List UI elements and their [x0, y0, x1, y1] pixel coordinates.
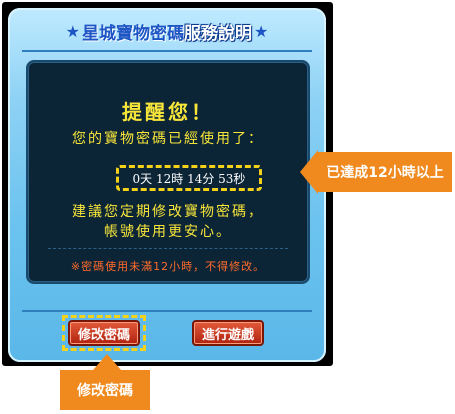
play-game-button[interactable]: 進行遊戲 [192, 320, 264, 346]
title-sub: 服務說明 [184, 23, 252, 44]
arrow-up-icon [93, 354, 121, 370]
callout-bottom: 修改密碼 [60, 354, 150, 412]
callout-right-label: 已達成12小時以上 [318, 152, 452, 192]
star-icon-left: ★ [65, 21, 80, 41]
star-icon-right: ★ [254, 21, 269, 41]
advice-line-1: 建議您定期修改寶物密碼， [72, 204, 264, 220]
callout-bottom-label: 修改密碼 [60, 370, 150, 410]
advice-line-2: 帳號使用更安心。 [104, 224, 232, 240]
dialog-frame: ★ 星城寶物密碼 服務說明 ★ 提醒您！ 您的寶物密碼已經使用了： 0天 12時… [8, 8, 326, 362]
restriction-note: ※密碼使用未滿12小時，不得修改。 [70, 260, 266, 273]
divider-top [22, 50, 312, 52]
dialog-title: ★ 星城寶物密碼 服務說明 ★ [22, 16, 312, 46]
reminder-heading: 提醒您！ [122, 100, 214, 124]
arrow-left-icon [300, 150, 318, 194]
password-dialog: ★ 星城寶物密碼 服務說明 ★ 提醒您！ 您的寶物密碼已經使用了： 0天 12時… [2, 2, 333, 366]
reminder-panel: 提醒您！ 您的寶物密碼已經使用了： 0天 12時 14分 53秒 建議您定期修改… [26, 60, 310, 284]
elapsed-time-value: 0天 12時 14分 53秒 [132, 171, 246, 186]
modify-password-button[interactable]: 修改密碼 [68, 320, 140, 346]
callout-right: 已達成12小時以上 [300, 150, 452, 194]
elapsed-time-display: 0天 12時 14分 53秒 [116, 165, 262, 191]
usage-message: 您的寶物密碼已經使用了： [72, 131, 264, 147]
title-main: 星城寶物密碼 [82, 23, 184, 44]
panel-divider [48, 248, 288, 249]
divider-bottom [22, 310, 312, 312]
advice-message: 建議您定期修改寶物密碼， 帳號使用更安心。 [28, 202, 308, 242]
